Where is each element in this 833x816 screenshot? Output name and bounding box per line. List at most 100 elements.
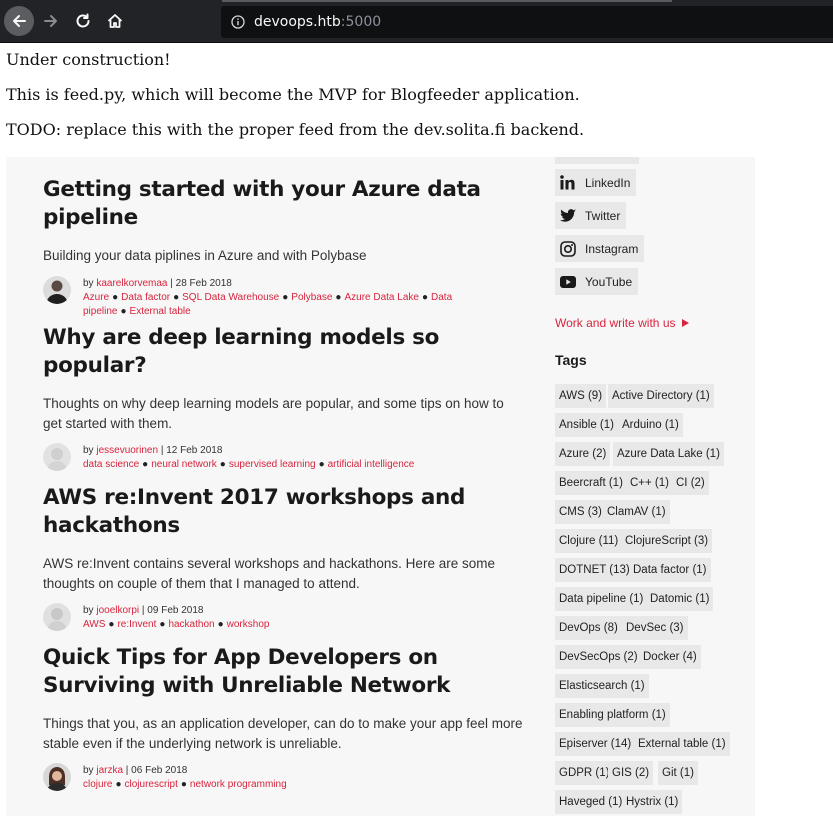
tag-chip[interactable]: Active Directory (1) [608, 384, 714, 408]
linkedin-icon [559, 174, 576, 191]
post-summary: Building your data piplines in Azure and… [43, 248, 367, 263]
avatar[interactable] [43, 275, 71, 304]
back-button[interactable] [4, 6, 34, 36]
tag-link[interactable]: network programming [190, 779, 287, 790]
tag-chip[interactable]: Beercraft (1) [555, 471, 627, 495]
post-date: | 12 Feb 2018 [158, 445, 223, 456]
tag-chip[interactable]: Elasticsearch (1) [555, 674, 649, 698]
page-text: Under construction! This is feed.py, whi… [6, 50, 584, 155]
post-tags: AWS ● re:Invent ● hackathon ● workshop [83, 619, 270, 630]
tag-chip[interactable]: Azure (2) [555, 442, 611, 466]
tag-link[interactable]: data science [83, 459, 139, 470]
social-item-partial[interactable] [555, 157, 639, 164]
avatar[interactable] [43, 603, 71, 631]
tag-chip[interactable]: Data pipeline (1) [555, 587, 648, 611]
tag-chip[interactable]: Clojure (11) [555, 529, 623, 553]
author-link[interactable]: jooelkorpi [96, 605, 139, 616]
tag-chip[interactable]: C++ (1) [626, 471, 673, 495]
post-meta: by jooelkorpi | 09 Feb 2018 AWS ● re:Inven… [43, 603, 523, 635]
browser-toolbar: devoops.htb:5000 [0, 0, 833, 43]
tag-link[interactable]: External table [130, 306, 191, 317]
tag-link[interactable]: AWS [83, 619, 105, 630]
tag-chip[interactable]: Azure Data Lake (1) [613, 442, 724, 466]
home-icon [107, 14, 123, 28]
tag-chip[interactable]: Enabling platform (1) [555, 703, 670, 727]
work-and-write-link[interactable]: Work and write with us [555, 316, 689, 330]
tag-chip[interactable]: DevOps (8) [555, 616, 622, 640]
tag-chip[interactable]: Data factor (1) [629, 558, 711, 582]
tag-chip[interactable]: ClojureScript (3) [621, 529, 713, 553]
address-bar[interactable]: devoops.htb:5000 [221, 6, 833, 38]
tag-chip[interactable]: Hystrix (1) [622, 790, 683, 814]
tag-link[interactable]: re:Invent [117, 619, 156, 630]
author-link[interactable]: kaarelkorvemaa [96, 278, 167, 289]
byline: by jarzka | 06 Feb 2018 [83, 765, 188, 776]
tag-chip[interactable]: Git (1) [658, 761, 698, 785]
construction-notice: Under construction! [6, 50, 171, 69]
tag-chip[interactable]: Ansible (1) [555, 413, 618, 437]
tag-link[interactable]: Azure Data Lake [344, 292, 419, 303]
tag-chip[interactable]: GDPR (1) [555, 761, 614, 785]
post-card: Why are deep learning models so popular?… [43, 324, 523, 475]
tag-link[interactable]: Azure [83, 292, 109, 303]
tag-link[interactable]: artificial intelligence [328, 459, 415, 470]
url-text: devoops.htb:5000 [254, 14, 381, 30]
social-link-instagram[interactable]: Instagram [555, 235, 645, 262]
tag-chip[interactable]: Haveged (1) [555, 790, 627, 814]
reload-button[interactable] [68, 6, 98, 36]
tag-chip[interactable]: Arduino (1) [618, 413, 683, 437]
tag-chip[interactable]: AWS (9) [555, 384, 607, 408]
post-title[interactable]: Getting started with your Azure data pip… [43, 176, 523, 232]
tag-chip[interactable]: CI (2) [672, 471, 709, 495]
tag-link[interactable]: Polybase [291, 292, 332, 303]
social-label: Twitter [585, 208, 621, 223]
byline: by jooelkorpi | 09 Feb 2018 [83, 605, 204, 616]
tag-chip[interactable]: Episerver (14) [555, 732, 636, 756]
post-card: AWS re:Invent 2017 workshops and hackath… [43, 484, 523, 635]
instagram-icon [559, 240, 576, 257]
tag-link[interactable]: Data factor [121, 292, 170, 303]
tag-chip[interactable]: CMS (3) [555, 500, 606, 524]
post-title[interactable]: AWS re:Invent 2017 workshops and hackath… [43, 484, 523, 540]
tag-chip[interactable]: DOTNET (13) [555, 558, 634, 582]
tags-heading: Tags [555, 352, 587, 368]
byline: by kaarelkorvemaa | 28 Feb 2018 [83, 277, 232, 289]
tag-link[interactable]: supervised learning [229, 459, 316, 470]
forward-button[interactable] [36, 6, 66, 36]
twitter-icon [559, 207, 576, 224]
tag-chip[interactable]: DevSecOps (2) [555, 645, 642, 669]
post-card: Getting started with your Azure data pip… [43, 176, 523, 319]
tag-chip[interactable]: ClamAV (1) [603, 500, 670, 524]
post-card: Quick Tips for App Developers on Survivi… [43, 644, 523, 795]
reload-icon [76, 13, 90, 28]
post-tags: data science ● neural network ● supervised l… [83, 459, 415, 470]
tag-link[interactable]: hackathon [168, 619, 214, 630]
youtube-icon [559, 273, 576, 290]
tag-link[interactable]: neural network [151, 459, 217, 470]
tag-link[interactable]: SQL Data Warehouse [182, 292, 279, 303]
tag-chip[interactable]: DevSec (3) [622, 616, 688, 640]
author-link[interactable]: jarzka [96, 765, 123, 776]
info-icon[interactable] [231, 15, 245, 29]
blog-embed: Getting started with your Azure data pip… [6, 157, 755, 816]
post-meta: by jessevuorinen | 12 Feb 2018 data scie… [43, 443, 523, 475]
tag-link[interactable]: clojure [83, 779, 112, 790]
tag-link[interactable]: workshop [227, 619, 270, 630]
social-link-twitter[interactable]: Twitter [555, 202, 627, 229]
post-title[interactable]: Why are deep learning models so popular? [43, 324, 523, 380]
home-button[interactable] [100, 6, 130, 36]
post-title[interactable]: Quick Tips for App Developers on Survivi… [43, 644, 523, 700]
tag-chip[interactable]: GIS (2) [608, 761, 654, 785]
avatar[interactable] [43, 763, 71, 791]
avatar[interactable] [43, 443, 71, 471]
tag-chip[interactable]: Docker (4) [639, 645, 701, 669]
author-link[interactable]: jessevuorinen [96, 445, 158, 456]
tag-chip[interactable]: Datomic (1) [646, 587, 714, 611]
byline: by jessevuorinen | 12 Feb 2018 [83, 445, 223, 456]
tag-link[interactable]: clojurescript [125, 779, 178, 790]
social-link-youtube[interactable]: YouTube [555, 268, 639, 295]
social-label: YouTube [585, 274, 633, 289]
tag-chip[interactable]: External table (1) [634, 732, 730, 756]
url-port: :5000 [340, 14, 382, 30]
social-link-linkedin[interactable]: LinkedIn [555, 169, 637, 196]
